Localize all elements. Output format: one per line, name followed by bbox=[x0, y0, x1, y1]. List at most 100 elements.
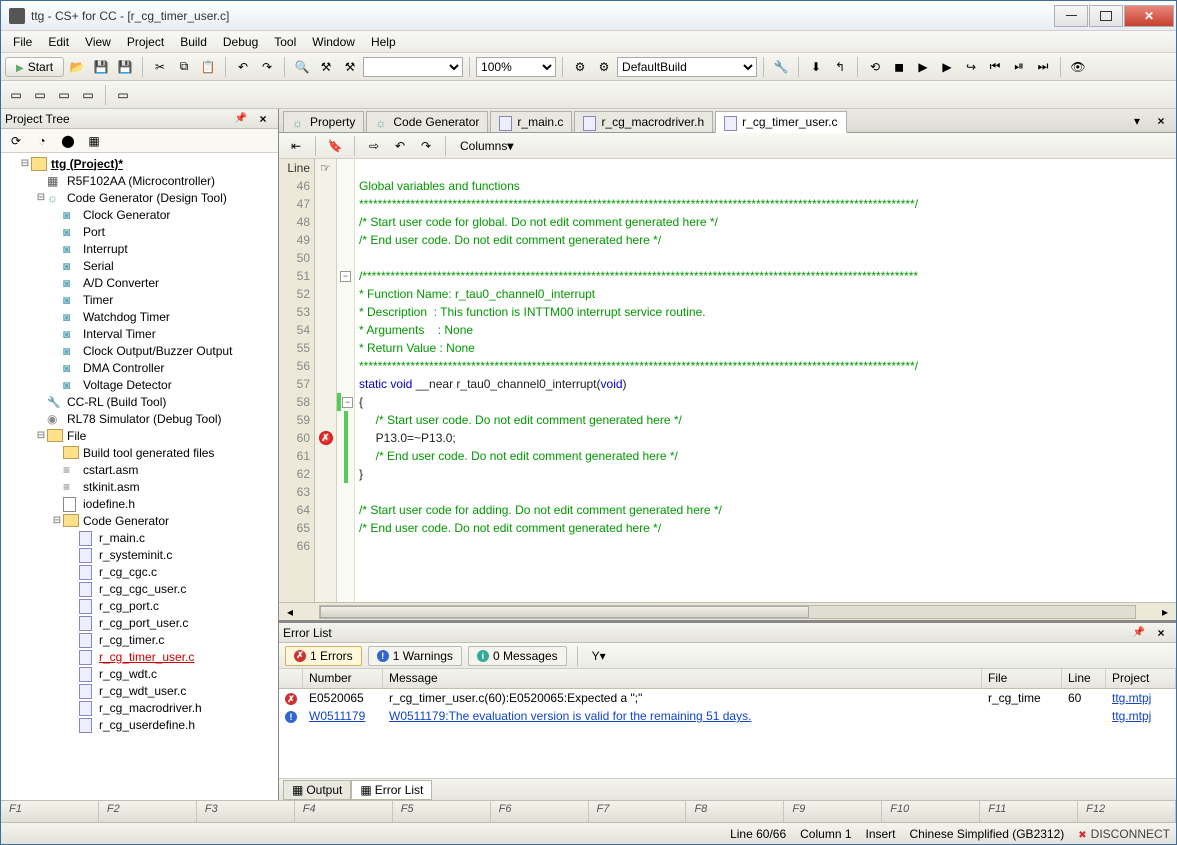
columns-dropdown[interactable]: Columns▾ bbox=[454, 137, 519, 155]
error-row[interactable]: E0520065 r_cg_timer_user.c(60):E0520065:… bbox=[279, 689, 1176, 707]
tree-file-item[interactable]: r_cg_port.c bbox=[97, 599, 161, 613]
config-icon[interactable]: ⚙ bbox=[569, 56, 591, 78]
tab-macro[interactable]: r_cg_macrodriver.h bbox=[574, 111, 713, 132]
fkey-f12[interactable]: F12 bbox=[1078, 801, 1176, 822]
code-line[interactable]: /* End user code. Do not edit comment ge… bbox=[355, 519, 1176, 537]
window-icon-4[interactable]: ▭ bbox=[77, 84, 99, 106]
download-icon[interactable]: ⬇ bbox=[805, 56, 827, 78]
fwd-icon[interactable]: ⇨ bbox=[363, 135, 385, 157]
fkey-f2[interactable]: F2 bbox=[99, 801, 197, 822]
error-message[interactable]: W0511179:The evaluation version is valid… bbox=[383, 709, 982, 723]
minimize-button[interactable] bbox=[1054, 5, 1088, 27]
code-line[interactable] bbox=[355, 483, 1176, 501]
tree-root[interactable]: ttg (Project)* bbox=[49, 157, 125, 171]
tree-mcu[interactable]: R5F102AA (Microcontroller) bbox=[65, 174, 217, 188]
code-line[interactable]: { bbox=[355, 393, 1176, 411]
col-file[interactable]: File bbox=[982, 669, 1062, 688]
fkey-f7[interactable]: F7 bbox=[589, 801, 687, 822]
error-row[interactable]: W0511179 W0511179:The evaluation version… bbox=[279, 707, 1176, 725]
code-line[interactable]: /* End user code. Do not edit comment ge… bbox=[355, 447, 1176, 465]
fkey-f4[interactable]: F4 bbox=[295, 801, 393, 822]
code-line[interactable]: P13.0=~P13.0; bbox=[355, 429, 1176, 447]
tree-file-item[interactable]: r_cg_port_user.c bbox=[97, 616, 190, 630]
tree-collapse-icon[interactable]: ⊟ bbox=[35, 192, 47, 203]
config-select-1[interactable] bbox=[363, 57, 463, 77]
tree-item[interactable]: Port bbox=[81, 225, 107, 239]
tree-item[interactable]: Clock Output/Buzzer Output bbox=[81, 344, 234, 358]
tree-codegen[interactable]: Code Generator (Design Tool) bbox=[65, 191, 229, 205]
cut-icon[interactable]: ✂ bbox=[149, 56, 171, 78]
fkey-f5[interactable]: F5 bbox=[393, 801, 491, 822]
fold-toggle-icon[interactable]: − bbox=[340, 271, 351, 282]
maximize-button[interactable] bbox=[1089, 5, 1123, 27]
tree-filter-icon[interactable]: ▦ bbox=[83, 130, 105, 152]
pin-icon[interactable] bbox=[1128, 622, 1150, 644]
code-line[interactable]: /* Start user code for adding. Do not ed… bbox=[355, 501, 1176, 519]
filter-errors-button[interactable]: 1 Errors bbox=[285, 646, 362, 666]
menu-window[interactable]: Window bbox=[304, 33, 363, 51]
fkey-f1[interactable]: F1 bbox=[1, 801, 99, 822]
error-file[interactable]: r_cg_time bbox=[982, 691, 1062, 705]
code-line[interactable]: /***************************************… bbox=[355, 267, 1176, 285]
build-config-select[interactable]: DefaultBuild bbox=[617, 57, 757, 77]
tree-file-item[interactable]: r_cg_wdt_user.c bbox=[97, 684, 188, 698]
error-project[interactable]: ttg.mtpj bbox=[1106, 709, 1176, 723]
step-out-icon[interactable]: ⏯ bbox=[1008, 56, 1030, 78]
step-icon[interactable]: ▶ bbox=[936, 56, 958, 78]
horizontal-scrollbar[interactable]: ◂ ▸ bbox=[279, 602, 1176, 620]
tab-codegen[interactable]: Code Generator bbox=[366, 111, 488, 132]
menu-tool[interactable]: Tool bbox=[266, 33, 304, 51]
tree-file-item[interactable]: r_cg_timer.c bbox=[97, 633, 166, 647]
status-connection[interactable]: DISCONNECT bbox=[1078, 827, 1170, 841]
step-in-icon[interactable]: ⏮ bbox=[984, 56, 1006, 78]
code-editor[interactable]: Line 46474849505152535455565758596061626… bbox=[279, 159, 1176, 602]
tree-file-item[interactable]: r_cg_macrodriver.h bbox=[97, 701, 204, 715]
filter-dropdown-icon[interactable]: Y▾ bbox=[588, 645, 610, 667]
code-line[interactable]: ****************************************… bbox=[355, 195, 1176, 213]
tree-file-item[interactable]: r_cg_wdt.c bbox=[97, 667, 159, 681]
tree-item[interactable]: Timer bbox=[81, 293, 115, 307]
code-line[interactable]: Global variables and functions bbox=[355, 177, 1176, 195]
tab-dropdown-icon[interactable]: ▾ bbox=[1126, 110, 1148, 132]
tab-output[interactable]: ▦Output bbox=[283, 780, 351, 800]
window-icon-2[interactable]: ▭ bbox=[29, 84, 51, 106]
run-to-icon[interactable]: ⏭ bbox=[1032, 56, 1054, 78]
menu-view[interactable]: View bbox=[77, 33, 119, 51]
tree-item[interactable]: DMA Controller bbox=[81, 361, 166, 375]
window-icon-3[interactable]: ▭ bbox=[53, 84, 75, 106]
nav-back-icon[interactable]: ⇤ bbox=[285, 135, 307, 157]
code-line[interactable]: * Description : This function is INTTM00… bbox=[355, 303, 1176, 321]
reset-icon[interactable]: ⟲ bbox=[864, 56, 886, 78]
col-project[interactable]: Project bbox=[1106, 669, 1176, 688]
error-line[interactable]: 60 bbox=[1062, 691, 1106, 705]
code-line[interactable]: /* Start user code. Do not edit comment … bbox=[355, 411, 1176, 429]
tree-cgfolder[interactable]: Code Generator bbox=[81, 514, 171, 528]
open-icon[interactable]: 📂 bbox=[66, 56, 88, 78]
close-panel-icon[interactable] bbox=[1150, 622, 1172, 644]
debug-tool-icon[interactable]: 🔧 bbox=[770, 56, 792, 78]
menu-edit[interactable]: Edit bbox=[40, 33, 77, 51]
config-icon-2[interactable]: ⚙ bbox=[593, 56, 615, 78]
tree-sim[interactable]: RL78 Simulator (Debug Tool) bbox=[65, 412, 224, 426]
save-icon[interactable]: 💾 bbox=[90, 56, 112, 78]
menu-help[interactable]: Help bbox=[363, 33, 404, 51]
error-message[interactable]: r_cg_timer_user.c(60):E0520065:Expected … bbox=[383, 691, 982, 705]
tree-file[interactable]: File bbox=[65, 429, 88, 443]
window-icon-1[interactable]: ▭ bbox=[5, 84, 27, 106]
fkey-f9[interactable]: F9 bbox=[784, 801, 882, 822]
tree-settings-icon[interactable]: ◔ bbox=[31, 130, 53, 152]
go-icon[interactable]: ▶ bbox=[912, 56, 934, 78]
fkey-f11[interactable]: F11 bbox=[980, 801, 1078, 822]
zoom-select[interactable]: 100% bbox=[476, 57, 556, 77]
code-line[interactable] bbox=[355, 249, 1176, 267]
build-icon[interactable]: ⚒ bbox=[315, 56, 337, 78]
tree-collapse-icon[interactable]: ⊟ bbox=[19, 158, 31, 169]
redo-icon[interactable]: ↷ bbox=[256, 56, 278, 78]
tab-close-icon[interactable] bbox=[1150, 110, 1172, 132]
filter-warnings-button[interactable]: 1 Warnings bbox=[368, 646, 462, 666]
menu-build[interactable]: Build bbox=[172, 33, 215, 51]
tree-file-item[interactable]: r_main.c bbox=[97, 531, 147, 545]
code-line[interactable] bbox=[355, 537, 1176, 555]
step-over-icon[interactable]: ↪ bbox=[960, 56, 982, 78]
tree-collapse-icon[interactable]: ⊟ bbox=[35, 430, 47, 441]
